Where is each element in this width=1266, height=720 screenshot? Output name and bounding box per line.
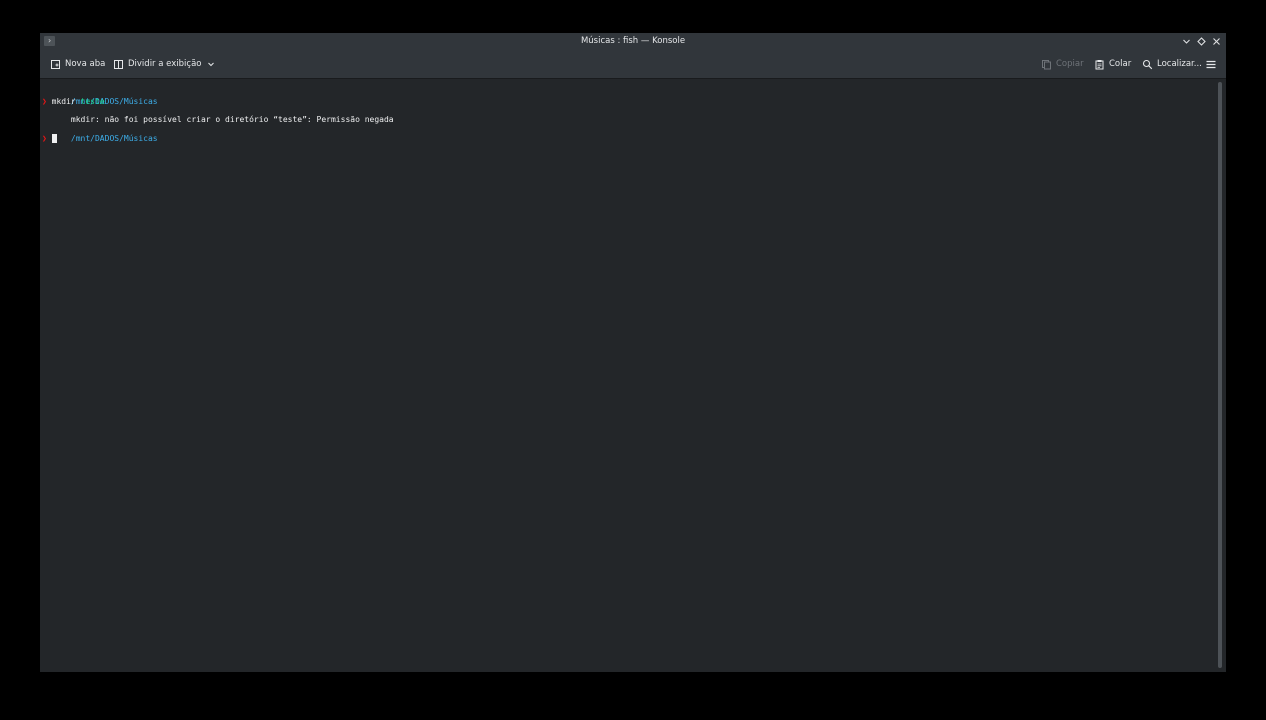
new-tab-label: Nova aba (65, 59, 106, 69)
title-bar[interactable]: › Músicas : fish — Konsole (40, 33, 1226, 50)
copy-icon (1042, 59, 1051, 69)
split-view-button[interactable]: Dividir a exibição (113, 55, 215, 73)
prompt-path: /mnt/DADOS/Músicas (70, 134, 158, 143)
close-icon (1213, 38, 1220, 45)
command-argument: teste (80, 97, 105, 106)
paste-label: Colar (1109, 59, 1132, 69)
maximize-button[interactable] (1196, 36, 1207, 47)
paste-icon (1095, 59, 1104, 69)
terminal-line: /mnt/DADOS/Músicas (42, 125, 158, 143)
command-text: mkdir (46, 97, 81, 106)
minimize-button[interactable] (1181, 36, 1192, 47)
search-icon (1142, 59, 1153, 69)
hamburger-menu-icon (1206, 60, 1216, 68)
new-tab-button[interactable]: Nova aba (50, 55, 105, 73)
close-button[interactable] (1211, 36, 1222, 47)
terminal-line: ❯ (42, 134, 57, 143)
new-tab-icon (51, 59, 60, 69)
terminal-line: /mnt/DADOS/Músicas (42, 88, 158, 106)
terminal-line: ❯ mkdir teste (42, 97, 105, 106)
diamond-icon (1197, 37, 1206, 46)
text-cursor (51, 134, 57, 143)
copy-label: Copiar (1056, 59, 1084, 69)
paste-button[interactable]: Colar (1094, 55, 1131, 73)
hamburger-menu-button[interactable] (1205, 55, 1217, 73)
scrollbar-handle[interactable] (1218, 82, 1222, 668)
toolbar: Nova aba Dividir a exibição Copiar Colar… (40, 50, 1226, 79)
chevron-down-icon[interactable] (207, 60, 215, 68)
find-button[interactable]: Localizar... (1142, 55, 1202, 73)
terminal-area[interactable]: /mnt/DADOS/Músicas ❯ mkdir teste mkdir: … (40, 79, 1214, 672)
split-view-icon (114, 59, 123, 69)
error-output: mkdir: não foi possível criar o diretóri… (70, 115, 394, 124)
chevron-down-icon (1183, 39, 1190, 44)
find-label: Localizar... (1157, 59, 1202, 69)
copy-button[interactable]: Copiar (1041, 55, 1084, 73)
split-view-label: Dividir a exibição (128, 59, 202, 69)
window-title: Músicas : fish — Konsole (580, 36, 686, 46)
konsole-window: › Músicas : fish — Konsole Nova aba Divi… (40, 33, 1226, 672)
scrollbar[interactable] (1216, 80, 1224, 670)
terminal-line: mkdir: não foi possível criar o diretóri… (42, 106, 394, 124)
prompt-symbol: ❯ (42, 134, 47, 143)
